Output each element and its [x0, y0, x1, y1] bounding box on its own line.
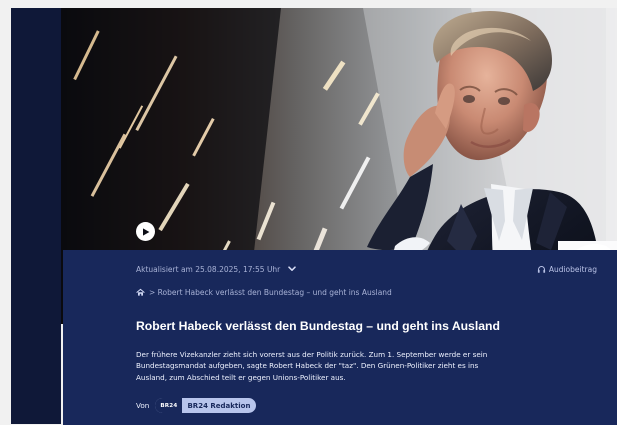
audio-link[interactable]: Audiobeitrag [537, 265, 597, 274]
article-teaser: Der frühere Vizekanzler zieht sich vorer… [136, 350, 488, 382]
author-row: Von BR24 BR24 Redaktion [136, 398, 257, 413]
author-name: BR24 Redaktion [187, 401, 251, 410]
home-icon[interactable] [136, 288, 145, 297]
br24-logo: BR24 [155, 398, 183, 413]
browser-screenshot: Aktualisiert am 25.08.2025, 17:55 Uhr Au… [0, 0, 617, 425]
author-chip[interactable]: BR24 BR24 Redaktion [155, 398, 257, 413]
headphones-icon [537, 265, 545, 273]
play-icon [143, 227, 150, 236]
article-title: Robert Habeck verlässt den Bundestag – u… [136, 319, 500, 333]
author-by-label: Von [136, 401, 150, 410]
breadcrumb: > Robert Habeck verlässt den Bundestag –… [136, 288, 392, 297]
left-navy-strip [11, 8, 61, 424]
article-meta-row: Aktualisiert am 25.08.2025, 17:55 Uhr Au… [136, 259, 597, 279]
play-video-button[interactable] [136, 222, 155, 241]
article-content: Aktualisiert am 25.08.2025, 17:55 Uhr Au… [136, 250, 597, 425]
audio-label: Audiobeitrag [548, 264, 597, 274]
updated-timestamp: Aktualisiert am 25.08.2025, 17:55 Uhr [136, 264, 281, 274]
chevron-down-icon[interactable] [287, 264, 297, 274]
article-info-panel: Aktualisiert am 25.08.2025, 17:55 Uhr Au… [63, 250, 617, 425]
article-updated-container[interactable]: Aktualisiert am 25.08.2025, 17:55 Uhr [136, 264, 297, 274]
breadcrumb-current-page[interactable]: > Robert Habeck verlässt den Bundestag –… [149, 288, 392, 297]
